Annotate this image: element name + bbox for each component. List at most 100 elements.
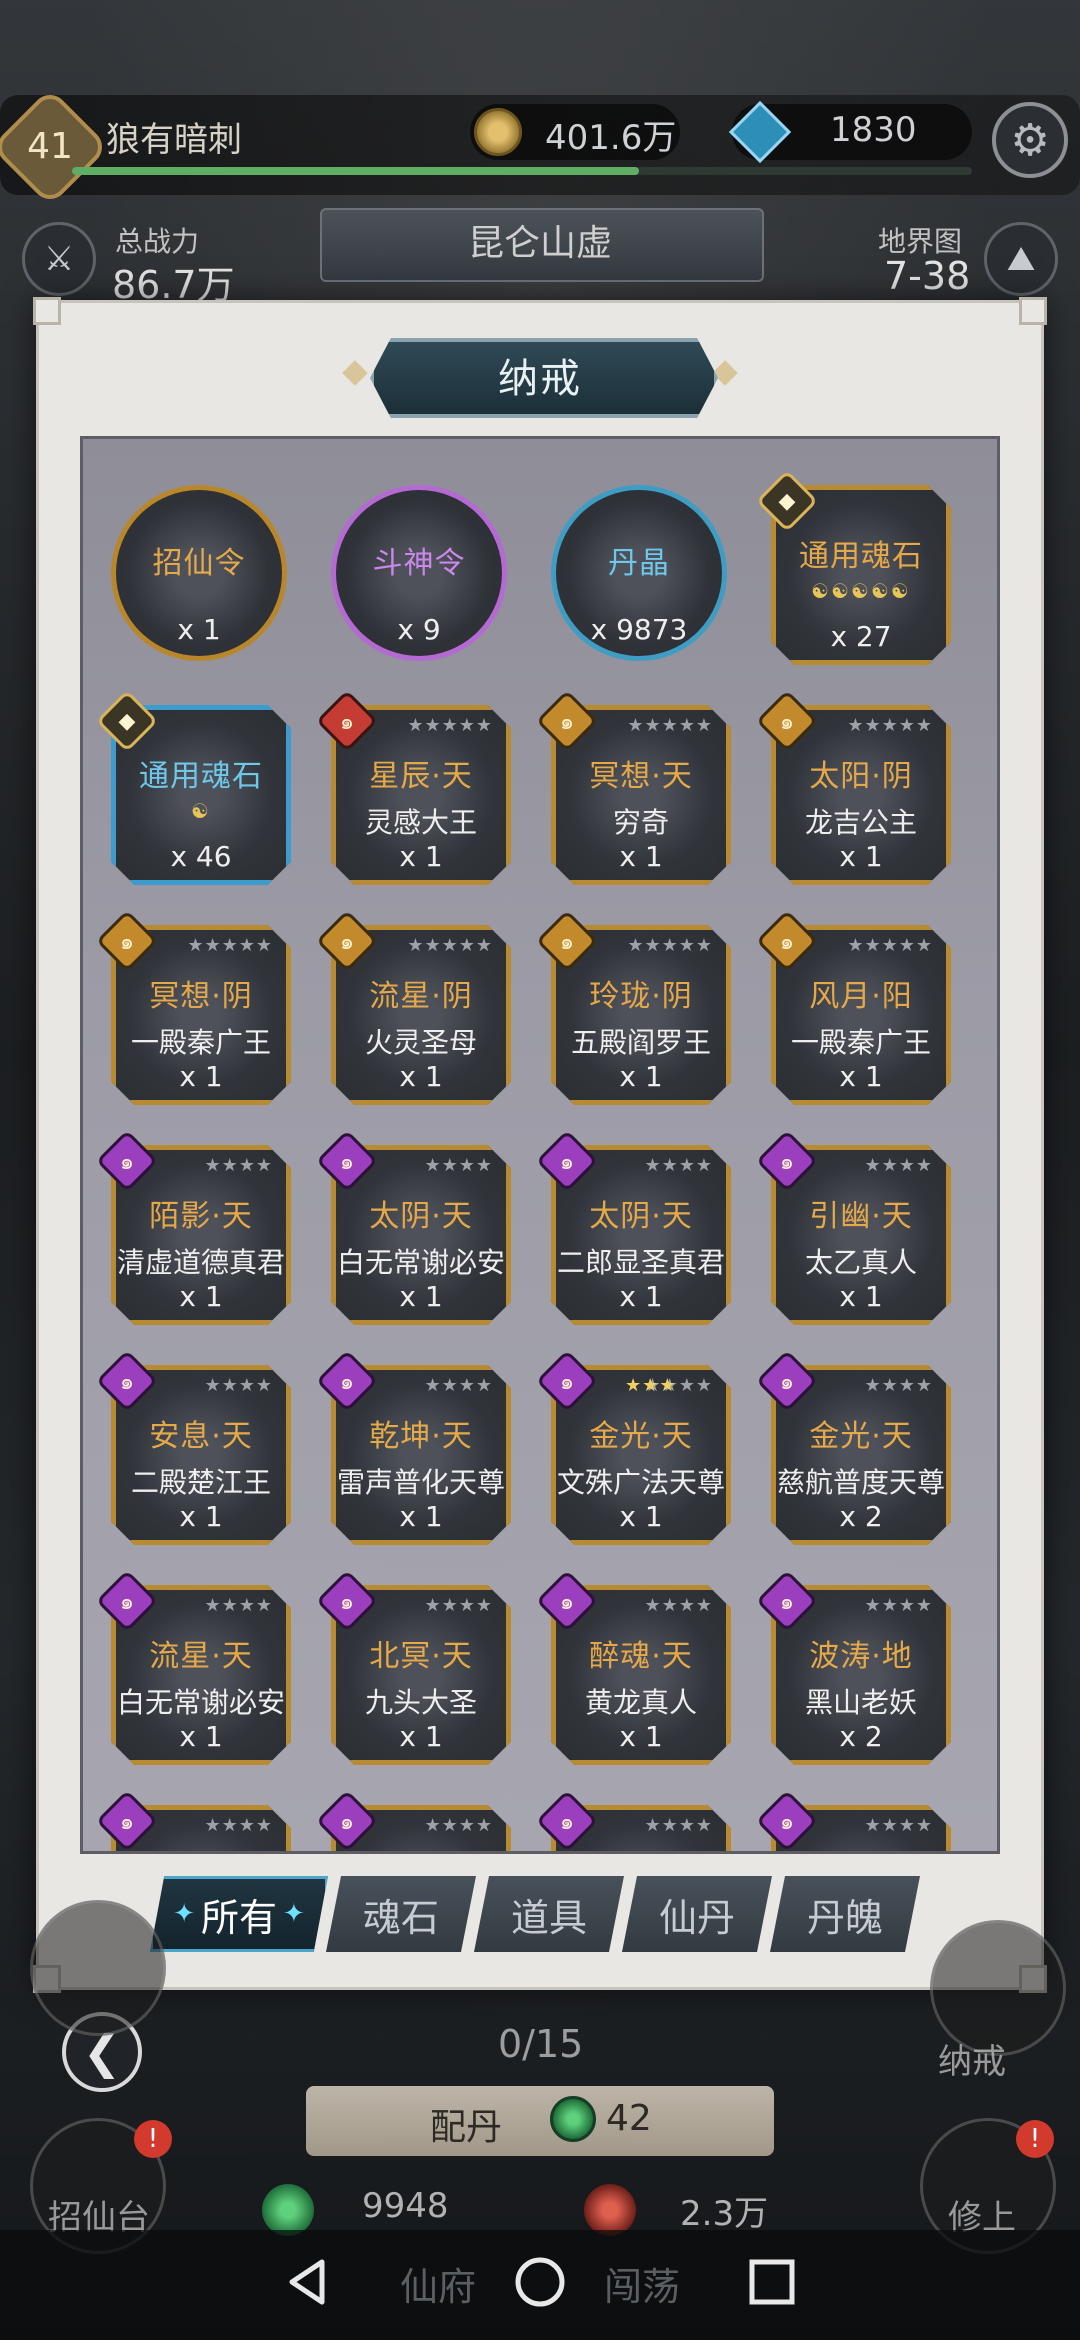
token-item: 丹晶 x 9873 xyxy=(551,485,727,661)
star-rating: ★★★★ xyxy=(204,1595,273,1616)
swirl-icon: ๑ xyxy=(780,709,794,735)
nav-recents-icon[interactable] xyxy=(742,2252,802,2312)
inventory-slot[interactable]: ★★★★ ๑ xyxy=(315,1789,511,1851)
inventory-slot[interactable]: ★★★★ ๑ xyxy=(755,1789,951,1851)
item-owner: 白无常谢必安 xyxy=(116,1686,285,1719)
item-count: x 1 xyxy=(619,1280,663,1313)
item-owner: 一殿秦广王 xyxy=(790,1026,931,1059)
player-level: 41 xyxy=(27,126,73,167)
inventory-slot[interactable]: 通用魂石 ☯ x 46 ◆ xyxy=(95,689,291,885)
inventory-slot[interactable]: ★★★★★ 冥想·阴 一殿秦广王 x 1 ๑ xyxy=(95,909,291,1105)
inventory-slot[interactable]: ★★★★ 乾坤·天 雷声普化天尊 x 1 ๑ xyxy=(315,1349,511,1545)
map-icon[interactable]: ⛰ xyxy=(984,222,1058,296)
inventory-slot[interactable]: 丹晶 x 9873 xyxy=(551,485,731,665)
nav-tab-home[interactable]: 仙府 xyxy=(400,2256,476,2311)
gem-resource: 9948 xyxy=(362,2186,449,2226)
swirl-icon: ๑ xyxy=(780,1589,794,1615)
item-name: 丹晶 xyxy=(608,546,670,581)
coin-icon xyxy=(474,108,522,156)
star-rating: ★★★★ xyxy=(864,1815,933,1836)
inventory-tabs: ✦ 所有 ✦ 魂石 道具 仙丹 丹魄 xyxy=(150,1876,930,1956)
inventory-slot[interactable]: ★★★★ 金光·天 慈航普度天尊 x 2 ๑ xyxy=(755,1349,951,1545)
star-rating: ★★★★ xyxy=(204,1155,273,1176)
nav-back-icon[interactable] xyxy=(278,2252,338,2312)
inventory-slot[interactable]: ★★★★ ๑ xyxy=(95,1789,291,1851)
inventory-slot[interactable]: 招仙令 x 1 xyxy=(111,485,291,665)
item-count: x 1 xyxy=(399,840,443,873)
inventory-slot[interactable]: ★★★★★ 太阳·阴 龙吉公主 x 1 ๑ xyxy=(755,689,951,885)
tab-1[interactable]: 魂石 xyxy=(326,1876,476,1952)
pill-plate[interactable] xyxy=(306,2086,774,2156)
tab-4[interactable]: 丹魄 xyxy=(770,1876,920,1952)
spark-icon: ✦ xyxy=(283,1899,305,1929)
star-rating-lit: ★★★ xyxy=(625,1375,677,1396)
power-icon[interactable]: ⚔ xyxy=(22,222,96,296)
tab-2[interactable]: 道具 xyxy=(474,1876,624,1952)
inventory-grid: 招仙令 x 1 斗神令 x 9 丹晶 x 9873 通用魂石 ☯☯☯☯☯ x 27 ◆ 通用魂石 ☯ x… xyxy=(95,469,975,1851)
item-owner: 五殿阎罗王 xyxy=(570,1026,711,1059)
tab-3[interactable]: 仙丹 xyxy=(622,1876,772,1952)
star-rating: ★★★★★ xyxy=(627,715,713,736)
player-name[interactable]: 狼有暗刺 xyxy=(106,112,242,161)
item-name: 冥想·天 xyxy=(589,759,693,794)
inventory-grid-panel[interactable]: 招仙令 x 1 斗神令 x 9 丹晶 x 9873 通用魂石 ☯☯☯☯☯ x 27 ◆ 通用魂石 ☯ x… xyxy=(80,436,1000,1854)
item-name: 陌影·天 xyxy=(149,1199,253,1234)
item-owner: 黑山老妖 xyxy=(804,1686,917,1719)
item-owner: 灵感大王 xyxy=(364,806,477,839)
gear-icon: ⚙ xyxy=(1010,114,1050,166)
settings-button[interactable]: ⚙ xyxy=(992,102,1068,178)
inventory-slot[interactable]: ★★★★ 波涛·地 黑山老妖 x 2 ๑ xyxy=(755,1569,951,1765)
inventory-slot[interactable]: ★★★★★ 风月·阳 一殿秦广王 x 1 ๑ xyxy=(755,909,951,1105)
item-owner: 二郎显圣真君 xyxy=(556,1246,725,1279)
item-count: x 1 xyxy=(619,1500,663,1533)
inventory-slot[interactable]: ★★★★ 陌影·天 清虚道德真君 x 1 ๑ xyxy=(95,1129,291,1325)
tab-label: 道具 xyxy=(510,1895,587,1940)
swirl-icon: ๑ xyxy=(120,1369,134,1395)
star-rating: ★★★★ xyxy=(204,1815,273,1836)
inventory-slot[interactable]: ★★★★ 引幽·天 太乙真人 x 1 ๑ xyxy=(755,1129,951,1325)
inventory-slot[interactable]: ★★★★ 太阴·天 白无常谢必安 x 1 ๑ xyxy=(315,1129,511,1325)
inventory-slot[interactable]: 斗神令 x 9 xyxy=(331,485,511,665)
star-rating: ★★★★ xyxy=(864,1375,933,1396)
inventory-slot[interactable]: ★★★★ 太阴·天 二郎显圣真君 x 1 ๑ xyxy=(535,1129,731,1325)
ring-button-label[interactable]: 纳戒 xyxy=(938,2034,1006,2083)
item-owner: 二殿楚江王 xyxy=(130,1466,271,1499)
star-rating: ★★★★ xyxy=(864,1155,933,1176)
inventory-slot[interactable]: ★★★★★ 星辰·天 灵感大王 x 1 ๑ xyxy=(315,689,511,885)
swirl-icon: ๑ xyxy=(340,1369,354,1395)
inventory-slot[interactable]: 通用魂石 ☯☯☯☯☯ x 27 ◆ xyxy=(755,469,951,665)
inventory-slot[interactable]: ★★★★★ 冥想·天 穷奇 x 1 ๑ xyxy=(535,689,731,885)
item-name: 波涛·地 xyxy=(809,1639,913,1674)
inventory-slot[interactable]: ★★★★ ★★★ 金光·天 文殊广法天尊 x 1๑ xyxy=(535,1349,731,1545)
swirl-icon: ๑ xyxy=(120,1809,134,1835)
spark-icon: ✦ xyxy=(173,1899,195,1929)
item-count: x 1 xyxy=(177,613,221,646)
inventory-slot[interactable]: ★★★★ 流星·天 白无常谢必安 x 1 ๑ xyxy=(95,1569,291,1765)
inventory-slot[interactable]: ★★★★ 安息·天 二殿楚江王 x 1 ๑ xyxy=(95,1349,291,1545)
inventory-slot[interactable]: ★★★★ 北冥·天 九头大圣 x 1 ๑ xyxy=(315,1569,511,1765)
item-count: x 1 xyxy=(839,1060,883,1093)
inventory-slot[interactable]: ★★★★ ๑ xyxy=(535,1789,731,1851)
swirl-icon: ๑ xyxy=(560,1369,574,1395)
tab-0[interactable]: ✦ 所有 ✦ xyxy=(150,1876,328,1952)
item-count: x 1 xyxy=(619,840,663,873)
nav-tab-adventure[interactable]: 闯荡 xyxy=(604,2256,680,2311)
inventory-slot[interactable]: ★★★★★ 玲珑·阴 五殿阎罗王 x 1 ๑ xyxy=(535,909,731,1105)
swirl-icon: ๑ xyxy=(780,1809,794,1835)
item-name: 太阳·阴 xyxy=(809,759,913,794)
swirl-icon: ๑ xyxy=(560,709,574,735)
xp-bar xyxy=(72,167,972,175)
item-owner: 白无常谢必安 xyxy=(336,1246,505,1279)
item-name: 太阴·天 xyxy=(589,1199,693,1234)
token-item: 招仙令 x 1 xyxy=(111,485,287,661)
inventory-slot[interactable]: ★★★★ 醉魂·天 黄龙真人 x 1 ๑ xyxy=(535,1569,731,1765)
star-rating: ★★★★ xyxy=(424,1375,493,1396)
yinyang-icons: ☯☯☯☯☯ xyxy=(811,579,911,603)
inventory-slot[interactable]: ★★★★★ 流星·阴 火灵圣母 x 1 ๑ xyxy=(315,909,511,1105)
nav-home-icon[interactable] xyxy=(510,2252,570,2312)
item-name: 金光·天 xyxy=(809,1419,913,1454)
item-owner: 龙吉公主 xyxy=(804,806,917,839)
fire-icon xyxy=(584,2184,636,2236)
item-name: 星辰·天 xyxy=(369,759,473,794)
star-rating: ★★★★ xyxy=(204,1375,273,1396)
